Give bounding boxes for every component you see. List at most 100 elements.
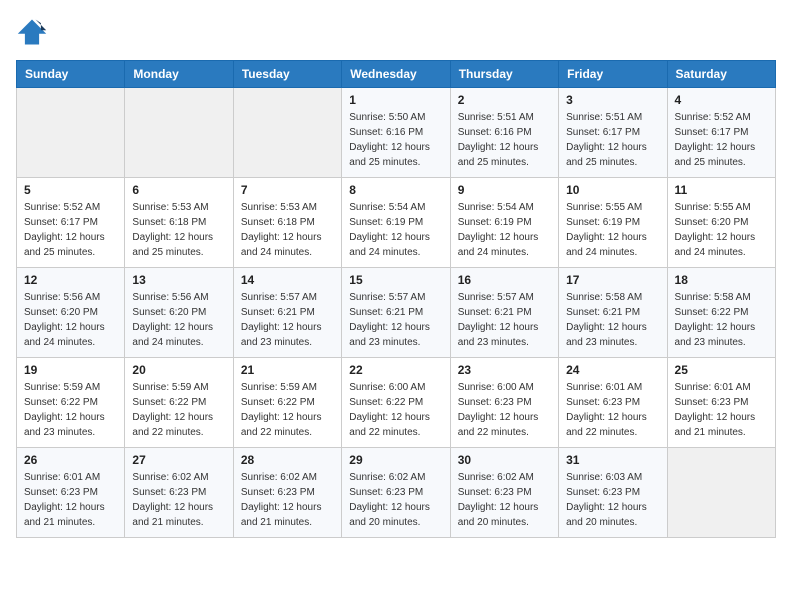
day-number: 5 — [24, 183, 117, 197]
day-number: 28 — [241, 453, 334, 467]
calendar-cell: 22 Sunrise: 6:00 AM Sunset: 6:22 PM Dayli… — [342, 358, 450, 448]
weekday-header: Sunday — [17, 61, 125, 88]
day-info: Sunrise: 5:53 AM Sunset: 6:18 PM Dayligh… — [241, 200, 334, 260]
calendar-cell: 1Sunrise: 5:50 AM Sunset: 6:16 PM Daylig… — [342, 88, 450, 178]
day-number: 21 — [241, 363, 334, 377]
calendar-cell: 28 Sunrise: 6:02 AM Sunset: 6:23 PM Dayli… — [233, 448, 341, 538]
calendar-body: 1Sunrise: 5:50 AM Sunset: 6:16 PM Daylig… — [17, 88, 776, 538]
day-number: 8 — [349, 183, 442, 197]
calendar-cell: 29 Sunrise: 6:02 AM Sunset: 6:23 PM Dayli… — [342, 448, 450, 538]
page-header — [16, 16, 776, 48]
day-info: Sunrise: 5:57 AM Sunset: 6:21 PM Dayligh… — [458, 290, 551, 350]
calendar-week-row: 1Sunrise: 5:50 AM Sunset: 6:16 PM Daylig… — [17, 88, 776, 178]
day-info: Sunrise: 5:51 AM Sunset: 6:17 PM Dayligh… — [566, 110, 659, 170]
day-number: 31 — [566, 453, 659, 467]
day-number: 4 — [675, 93, 768, 107]
calendar-cell: 27Sunrise: 6:02 AM Sunset: 6:23 PM Dayli… — [125, 448, 233, 538]
day-number: 23 — [458, 363, 551, 377]
day-number: 3 — [566, 93, 659, 107]
calendar-week-row: 19Sunrise: 5:59 AM Sunset: 6:22 PM Dayli… — [17, 358, 776, 448]
day-info: Sunrise: 5:52 AM Sunset: 6:17 PM Dayligh… — [675, 110, 768, 170]
day-info: Sunrise: 6:02 AM Sunset: 6:23 PM Dayligh… — [132, 470, 225, 530]
day-info: Sunrise: 5:54 AM Sunset: 6:19 PM Dayligh… — [458, 200, 551, 260]
weekday-header: Saturday — [667, 61, 775, 88]
calendar-cell — [125, 88, 233, 178]
calendar-cell: 11 Sunrise: 5:55 AM Sunset: 6:20 PM Dayli… — [667, 178, 775, 268]
calendar-week-row: 26 Sunrise: 6:01 AM Sunset: 6:23 PM Dayli… — [17, 448, 776, 538]
day-number: 25 — [675, 363, 768, 377]
day-info: Sunrise: 5:58 AM Sunset: 6:21 PM Dayligh… — [566, 290, 659, 350]
day-info: Sunrise: 6:02 AM Sunset: 6:23 PM Dayligh… — [241, 470, 334, 530]
calendar-cell: 2 Sunrise: 5:51 AM Sunset: 6:16 PM Daylig… — [450, 88, 558, 178]
day-number: 14 — [241, 273, 334, 287]
calendar-cell: 5 Sunrise: 5:52 AM Sunset: 6:17 PM Daylig… — [17, 178, 125, 268]
day-number: 12 — [24, 273, 117, 287]
calendar-cell: 15 Sunrise: 5:57 AM Sunset: 6:21 PM Dayli… — [342, 268, 450, 358]
day-number: 17 — [566, 273, 659, 287]
day-number: 16 — [458, 273, 551, 287]
weekday-header: Friday — [559, 61, 667, 88]
calendar-cell: 23Sunrise: 6:00 AM Sunset: 6:23 PM Dayli… — [450, 358, 558, 448]
day-number: 11 — [675, 183, 768, 197]
calendar-week-row: 12 Sunrise: 5:56 AM Sunset: 6:20 PM Dayli… — [17, 268, 776, 358]
day-info: Sunrise: 5:59 AM Sunset: 6:22 PM Dayligh… — [132, 380, 225, 440]
day-number: 26 — [24, 453, 117, 467]
day-number: 18 — [675, 273, 768, 287]
day-info: Sunrise: 5:59 AM Sunset: 6:22 PM Dayligh… — [241, 380, 334, 440]
day-number: 9 — [458, 183, 551, 197]
calendar-cell: 30 Sunrise: 6:02 AM Sunset: 6:23 PM Dayli… — [450, 448, 558, 538]
calendar-cell: 4 Sunrise: 5:52 AM Sunset: 6:17 PM Daylig… — [667, 88, 775, 178]
calendar-week-row: 5 Sunrise: 5:52 AM Sunset: 6:17 PM Daylig… — [17, 178, 776, 268]
day-number: 30 — [458, 453, 551, 467]
calendar-cell — [233, 88, 341, 178]
day-info: Sunrise: 5:59 AM Sunset: 6:22 PM Dayligh… — [24, 380, 117, 440]
calendar-cell: 3 Sunrise: 5:51 AM Sunset: 6:17 PM Daylig… — [559, 88, 667, 178]
day-info: Sunrise: 5:57 AM Sunset: 6:21 PM Dayligh… — [241, 290, 334, 350]
weekday-header: Thursday — [450, 61, 558, 88]
day-number: 29 — [349, 453, 442, 467]
calendar-cell: 18Sunrise: 5:58 AM Sunset: 6:22 PM Dayli… — [667, 268, 775, 358]
weekday-row: SundayMondayTuesdayWednesdayThursdayFrid… — [17, 61, 776, 88]
calendar-cell: 6 Sunrise: 5:53 AM Sunset: 6:18 PM Daylig… — [125, 178, 233, 268]
day-number: 15 — [349, 273, 442, 287]
calendar-cell: 9 Sunrise: 5:54 AM Sunset: 6:19 PM Daylig… — [450, 178, 558, 268]
day-info: Sunrise: 5:51 AM Sunset: 6:16 PM Dayligh… — [458, 110, 551, 170]
day-number: 7 — [241, 183, 334, 197]
day-number: 2 — [458, 93, 551, 107]
day-info: Sunrise: 6:02 AM Sunset: 6:23 PM Dayligh… — [349, 470, 442, 530]
calendar-cell: 10Sunrise: 5:55 AM Sunset: 6:19 PM Dayli… — [559, 178, 667, 268]
calendar-cell: 8Sunrise: 5:54 AM Sunset: 6:19 PM Daylig… — [342, 178, 450, 268]
day-info: Sunrise: 5:56 AM Sunset: 6:20 PM Dayligh… — [24, 290, 117, 350]
calendar-cell: 31Sunrise: 6:03 AM Sunset: 6:23 PM Dayli… — [559, 448, 667, 538]
day-info: Sunrise: 6:00 AM Sunset: 6:22 PM Dayligh… — [349, 380, 442, 440]
weekday-header: Wednesday — [342, 61, 450, 88]
day-number: 22 — [349, 363, 442, 377]
day-info: Sunrise: 5:55 AM Sunset: 6:19 PM Dayligh… — [566, 200, 659, 260]
weekday-header: Monday — [125, 61, 233, 88]
calendar-cell: 25 Sunrise: 6:01 AM Sunset: 6:23 PM Dayli… — [667, 358, 775, 448]
day-number: 6 — [132, 183, 225, 197]
calendar-cell: 14 Sunrise: 5:57 AM Sunset: 6:21 PM Dayli… — [233, 268, 341, 358]
calendar-cell: 21 Sunrise: 5:59 AM Sunset: 6:22 PM Dayli… — [233, 358, 341, 448]
weekday-header: Tuesday — [233, 61, 341, 88]
calendar-cell: 17 Sunrise: 5:58 AM Sunset: 6:21 PM Dayli… — [559, 268, 667, 358]
calendar-cell: 24 Sunrise: 6:01 AM Sunset: 6:23 PM Dayli… — [559, 358, 667, 448]
day-number: 24 — [566, 363, 659, 377]
day-info: Sunrise: 5:52 AM Sunset: 6:17 PM Dayligh… — [24, 200, 117, 260]
day-info: Sunrise: 6:01 AM Sunset: 6:23 PM Dayligh… — [675, 380, 768, 440]
day-info: Sunrise: 5:55 AM Sunset: 6:20 PM Dayligh… — [675, 200, 768, 260]
calendar-table: SundayMondayTuesdayWednesdayThursdayFrid… — [16, 60, 776, 538]
day-info: Sunrise: 5:57 AM Sunset: 6:21 PM Dayligh… — [349, 290, 442, 350]
calendar-header: SundayMondayTuesdayWednesdayThursdayFrid… — [17, 61, 776, 88]
calendar-cell: 20 Sunrise: 5:59 AM Sunset: 6:22 PM Dayli… — [125, 358, 233, 448]
calendar-cell: 7 Sunrise: 5:53 AM Sunset: 6:18 PM Daylig… — [233, 178, 341, 268]
day-info: Sunrise: 5:53 AM Sunset: 6:18 PM Dayligh… — [132, 200, 225, 260]
day-info: Sunrise: 6:02 AM Sunset: 6:23 PM Dayligh… — [458, 470, 551, 530]
calendar-cell — [667, 448, 775, 538]
day-info: Sunrise: 6:01 AM Sunset: 6:23 PM Dayligh… — [566, 380, 659, 440]
day-number: 20 — [132, 363, 225, 377]
day-info: Sunrise: 6:01 AM Sunset: 6:23 PM Dayligh… — [24, 470, 117, 530]
calendar-cell: 16 Sunrise: 5:57 AM Sunset: 6:21 PM Dayli… — [450, 268, 558, 358]
calendar-cell — [17, 88, 125, 178]
calendar-cell: 12 Sunrise: 5:56 AM Sunset: 6:20 PM Dayli… — [17, 268, 125, 358]
